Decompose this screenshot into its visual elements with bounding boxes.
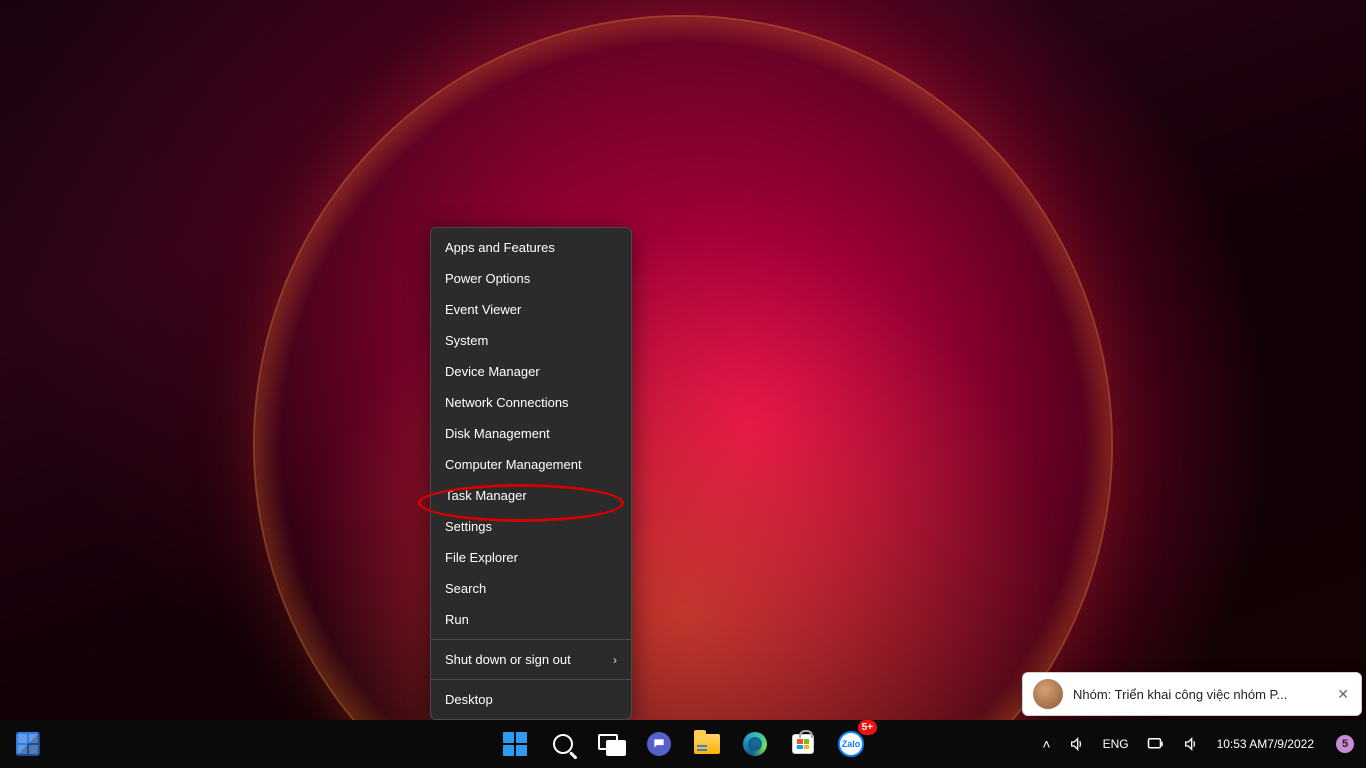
menu-item-label: Event Viewer [445,302,521,317]
menu-item-computer-management[interactable]: Computer Management [431,449,631,480]
menu-item-system[interactable]: System [431,325,631,356]
clock-date: 7/9/2022 [1267,737,1314,752]
menu-item-label: File Explorer [445,550,518,565]
tray-volume-2-button[interactable] [1177,724,1205,764]
menu-item-label: Apps and Features [445,240,555,255]
menu-item-disk-management[interactable]: Disk Management [431,418,631,449]
menu-item-label: Task Manager [445,488,527,503]
store-icon [792,734,814,754]
menu-item-apps-and-features[interactable]: Apps and Features [431,232,631,263]
chevron-up-icon: ˄ [1042,736,1050,752]
menu-item-label: Shut down or sign out [445,652,571,667]
chevron-right-icon: › [613,653,617,667]
toast-close-button[interactable]: ✕ [1335,684,1351,705]
menu-item-label: Device Manager [445,364,540,379]
taskbar-center: Zalo 5+ [495,724,871,764]
toast-avatar-icon [1033,679,1063,709]
menu-item-search[interactable]: Search [431,573,631,604]
start-context-menu: Apps and Features Power Options Event Vi… [430,227,632,720]
widgets-icon [16,732,40,756]
edge-button[interactable] [735,724,775,764]
menu-item-label: Run [445,612,469,627]
folder-icon [694,734,720,754]
notification-toast[interactable]: Nhóm: Triển khai công việc nhóm P... ✕ [1022,672,1362,716]
chat-icon [647,732,671,756]
zalo-button[interactable]: Zalo 5+ [831,724,871,764]
network-icon [1147,737,1165,751]
search-button[interactable] [543,724,583,764]
notification-count-badge: 5 [1336,735,1354,753]
menu-item-label: System [445,333,488,348]
clock-time: 10:53 AM [1217,737,1268,752]
search-icon [553,734,573,754]
menu-item-label: Desktop [445,692,493,707]
zalo-badge: 5+ [858,720,877,735]
menu-item-label: Settings [445,519,492,534]
menu-item-event-viewer[interactable]: Event Viewer [431,294,631,325]
menu-item-power-options[interactable]: Power Options [431,263,631,294]
menu-item-shutdown[interactable]: Shut down or sign out › [431,644,631,675]
notification-center-button[interactable]: 5 [1326,724,1360,764]
tray-network-button[interactable] [1141,724,1171,764]
menu-item-label: Search [445,581,486,596]
tray-overflow-button[interactable]: ˄ [1036,724,1056,764]
menu-item-label: Power Options [445,271,530,286]
tray-clock-button[interactable]: 10:53 AM 7/9/2022 [1211,724,1320,764]
menu-item-settings[interactable]: Settings [431,511,631,542]
menu-item-run[interactable]: Run [431,604,631,635]
menu-item-label: Network Connections [445,395,569,410]
system-tray: ˄ ENG 10:53 AM 7/9/2022 5 [1036,720,1360,768]
windows-logo-icon [503,732,527,756]
microsoft-store-button[interactable] [783,724,823,764]
menu-item-file-explorer[interactable]: File Explorer [431,542,631,573]
menu-item-label: Disk Management [445,426,550,441]
toast-text: Nhóm: Triển khai công việc nhóm P... [1073,687,1325,702]
tray-language-button[interactable]: ENG [1097,724,1135,764]
wallpaper-ring [253,15,1113,768]
widgets-button[interactable] [8,724,48,764]
tray-volume-button[interactable] [1063,724,1091,764]
menu-separator [431,639,631,640]
task-view-button[interactable] [591,724,631,764]
zalo-icon: Zalo [838,731,864,757]
start-button[interactable] [495,724,535,764]
speaker-icon [1069,736,1085,752]
zalo-icon-text: Zalo [842,739,861,749]
task-view-icon [598,734,624,754]
edge-icon [743,732,767,756]
desktop-wallpaper[interactable] [0,0,1366,768]
speaker-icon [1183,736,1199,752]
language-indicator: ENG [1103,737,1129,751]
menu-item-label: Computer Management [445,457,582,472]
chat-button[interactable] [639,724,679,764]
taskbar: Zalo 5+ ˄ ENG 10:53 AM 7/9/2022 5 [0,720,1366,768]
menu-separator [431,679,631,680]
menu-item-network-connections[interactable]: Network Connections [431,387,631,418]
menu-item-desktop[interactable]: Desktop [431,684,631,715]
menu-item-task-manager[interactable]: Task Manager [431,480,631,511]
file-explorer-button[interactable] [687,724,727,764]
menu-item-device-manager[interactable]: Device Manager [431,356,631,387]
